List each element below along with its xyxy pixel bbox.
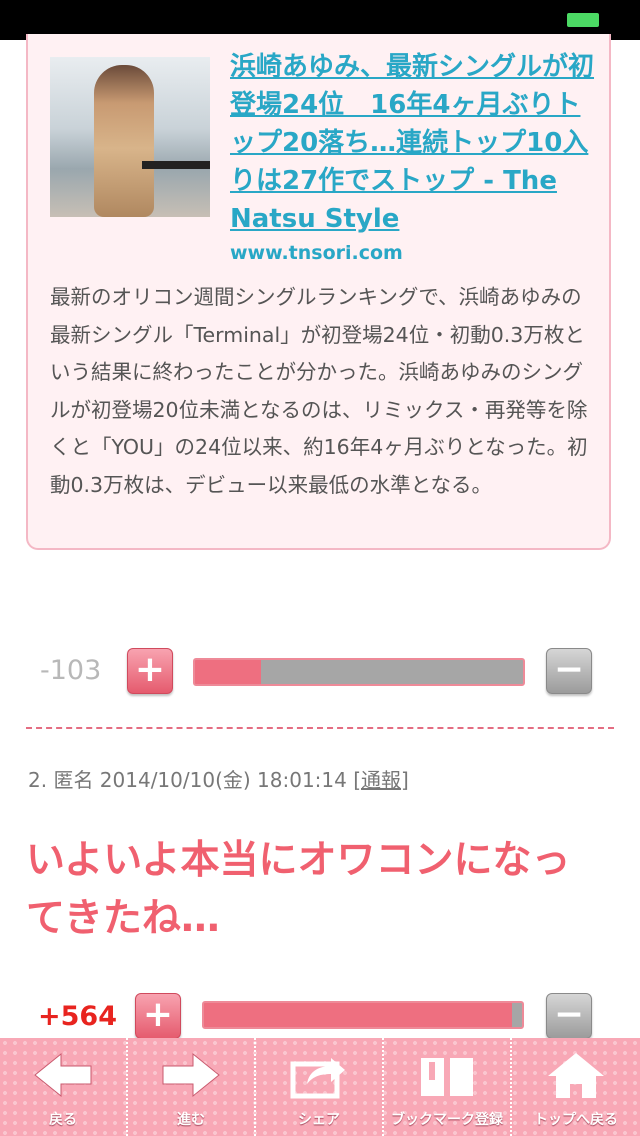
bottom-toolbar: 戻る 進む シェア ブックマーク登録 トップへ戻る (0, 1038, 640, 1136)
vote-ratio-bar (193, 658, 525, 686)
plus-button[interactable]: + (135, 993, 181, 1039)
vote-score: +564 (38, 1001, 117, 1032)
report-link[interactable]: [通報] (353, 768, 409, 792)
vote-ratio-bar (202, 1001, 524, 1029)
book-icon (421, 1058, 473, 1096)
forward-button[interactable]: 進む (128, 1038, 256, 1136)
minus-button[interactable]: − (546, 993, 592, 1039)
toolbar-label: トップへ戻る (534, 1112, 618, 1128)
vote-ratio-fill (195, 660, 261, 684)
toolbar-label: 戻る (49, 1112, 77, 1128)
home-icon (548, 1053, 604, 1098)
top-button[interactable]: トップへ戻る (512, 1038, 640, 1136)
battery-icon (567, 13, 599, 27)
comment-meta: 2. 匿名 2014/10/10(金) 18:01:14 [通報] (28, 764, 409, 793)
arrow-right-icon (162, 1052, 220, 1098)
minus-button[interactable]: − (546, 648, 592, 694)
toolbar-label: 進む (177, 1112, 205, 1128)
toolbar-label: ブックマーク登録 (391, 1112, 503, 1128)
comment-number-author-date: 2. 匿名 2014/10/10(金) 18:01:14 (28, 768, 354, 792)
toolbar-label: シェア (298, 1112, 340, 1128)
vote-score: -103 (40, 655, 102, 686)
link-preview-card[interactable]: 浜崎あゆみ、最新シングルが初登場24位 16年4ヶ月ぶりトップ20落ち…連続トッ… (26, 34, 611, 550)
back-button[interactable]: 戻る (0, 1038, 128, 1136)
plus-button[interactable]: + (127, 648, 173, 694)
comment-body: いよいよ本当にオワコンになってきたね… (26, 838, 571, 941)
bookmark-button[interactable]: ブックマーク登録 (384, 1038, 512, 1136)
article-domain: www.tnsori.com (230, 242, 403, 264)
share-icon (290, 1058, 345, 1099)
share-button[interactable]: シェア (256, 1038, 384, 1136)
article-title-link[interactable]: 浜崎あゆみ、最新シングルが初登場24位 16年4ヶ月ぶりトップ20落ち…連続トッ… (230, 48, 600, 238)
article-summary: 最新のオリコン週間シングルランキングで、浜崎あゆみの最新シングル「Termina… (50, 285, 588, 497)
article-thumbnail[interactable] (50, 57, 210, 217)
vote-row: -103 + − (0, 643, 640, 703)
divider (26, 727, 614, 729)
arrow-left-icon (34, 1052, 92, 1098)
vote-ratio-fill (204, 1003, 513, 1027)
